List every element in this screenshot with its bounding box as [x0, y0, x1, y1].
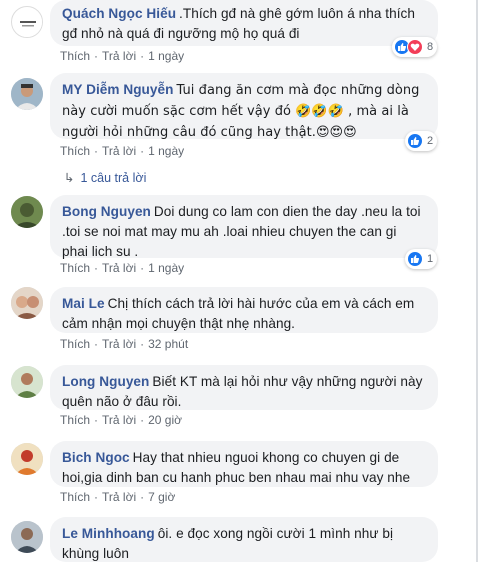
reaction-count: 1 [427, 253, 434, 265]
comment-actions: Thích · Trả lời · 20 giờ [60, 412, 182, 428]
commenter-name[interactable]: Mai Le [62, 296, 105, 311]
reaction-summary[interactable]: 1 [405, 249, 438, 269]
separator: · [140, 261, 145, 275]
like-link[interactable]: Thích [60, 144, 90, 158]
comment-bubble: Quách Ngọc Hiếu .Thích gđ nà ghê gớm luôn… [50, 0, 438, 46]
separator: · [94, 413, 99, 427]
reaction-count: 2 [427, 135, 434, 147]
like-link[interactable]: Thích [60, 413, 90, 427]
comment-time[interactable]: 7 giờ [148, 490, 175, 504]
separator: · [140, 49, 145, 63]
comment-bubble: Bong Nguyen Doi dung co lam con dien the … [50, 195, 438, 259]
separator: · [140, 144, 145, 158]
comment-bubble: MY Diễm Nguyễn Tui đang ăn cơm mà đọc nhữ… [50, 73, 438, 140]
reply-arrow-icon: ↳ [64, 171, 75, 185]
comment-actions: Thích · Trả lời · 1 ngày [60, 48, 184, 64]
comment-time[interactable]: 20 giờ [148, 413, 182, 427]
view-replies-link[interactable]: ↳ 1 câu trả lời [64, 170, 146, 186]
separator: · [94, 261, 99, 275]
separator: · [94, 337, 99, 351]
commenter-name[interactable]: Bich Ngoc [62, 450, 130, 465]
reaction-summary[interactable]: 2 [405, 131, 438, 151]
commenter-name[interactable]: Long Nguyen [62, 374, 149, 389]
reply-link[interactable]: Trả lời [102, 337, 136, 351]
separator: · [140, 490, 145, 504]
comment-actions: Thích · Trả lời · 7 giờ [60, 489, 175, 505]
like-link[interactable]: Thích [60, 261, 90, 275]
love-reaction-icon [407, 39, 423, 55]
comment-actions: Thích · Trả lời · 1 ngày [60, 143, 184, 159]
separator: · [140, 413, 145, 427]
comment-time[interactable]: 1 ngày [148, 49, 184, 63]
commenter-name[interactable]: Quách Ngọc Hiếu [62, 6, 176, 21]
avatar[interactable] [11, 521, 43, 553]
separator: · [94, 144, 99, 158]
like-reaction-icon [407, 133, 423, 149]
comment-time[interactable]: 1 ngày [148, 144, 184, 158]
avatar[interactable] [11, 196, 43, 228]
like-reaction-icon [407, 251, 423, 267]
avatar[interactable] [11, 287, 43, 319]
comment-time[interactable]: 1 ngày [148, 261, 184, 275]
like-link[interactable]: Thích [60, 337, 90, 351]
reply-link[interactable]: Trả lời [102, 490, 136, 504]
separator: · [140, 337, 145, 351]
commenter-name[interactable]: MY Diễm Nguyễn [62, 82, 174, 97]
avatar[interactable] [11, 366, 43, 398]
comment-time[interactable]: 32 phút [148, 337, 188, 351]
avatar[interactable] [11, 443, 43, 475]
reply-link[interactable]: Trả lời [102, 261, 136, 275]
reply-link[interactable]: Trả lời [102, 413, 136, 427]
replies-count: 1 câu trả lời [80, 171, 147, 185]
separator: · [94, 49, 99, 63]
comment-bubble: Le Minhhoang ôi. e đọc xong ngồi cười 1 m… [50, 517, 438, 562]
reaction-summary[interactable]: 8 [392, 37, 438, 57]
commenter-name[interactable]: Bong Nguyen [62, 204, 151, 219]
comment-actions: Thích · Trả lời · 32 phút [60, 336, 188, 352]
avatar[interactable] [11, 78, 43, 110]
avatar[interactable] [11, 6, 43, 38]
reply-link[interactable]: Trả lời [102, 144, 136, 158]
comment-actions: Thích · Trả lời · 1 ngày [60, 260, 184, 276]
commenter-name[interactable]: Le Minhhoang [62, 526, 155, 541]
like-link[interactable]: Thích [60, 490, 90, 504]
comment-bubble: Long Nguyen Biết KT mà lại hỏi như vậy nh… [50, 365, 438, 410]
like-link[interactable]: Thích [60, 49, 90, 63]
comment-text: Chị thích cách trả lời hài hước của em v… [62, 296, 415, 331]
separator: · [94, 490, 99, 504]
comment-bubble: Bich Ngoc Hay that nhieu nguoi khong co c… [50, 441, 438, 487]
reaction-count: 8 [427, 41, 434, 53]
comment-bubble: Mai Le Chị thích cách trả lời hài hước củ… [50, 287, 438, 333]
reply-link[interactable]: Trả lời [102, 49, 136, 63]
